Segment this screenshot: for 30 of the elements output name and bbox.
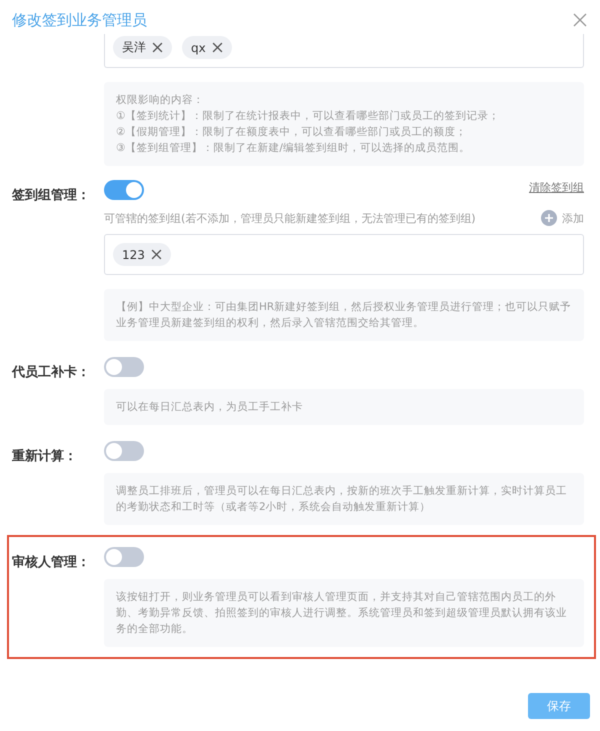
toggle-switch[interactable] <box>104 180 144 200</box>
remove-icon[interactable] <box>150 249 162 260</box>
info-text: 权限影响的内容： <box>116 93 205 108</box>
setting-label: 代员工补卡： <box>12 364 91 382</box>
member-field[interactable]: 吴洋 qx <box>104 34 584 68</box>
toggle-switch[interactable] <box>104 547 144 567</box>
note-text: 【例】中大型企业：可由集团HR新建好签到组，然后授权业务管理员进行管理；也可以只赋予业务管理员新建签到组的权利，然后录入管辖范围交给其管理。 <box>116 300 572 331</box>
add-button[interactable]: 添加 <box>541 210 584 226</box>
member-tag: 吴洋 <box>113 36 172 59</box>
clear-link[interactable]: 清除签到组 <box>529 180 584 195</box>
info-text: ③【签到组管理】：限制了在新建/编辑签到组时，可以选择的成员范围。 <box>116 141 471 156</box>
note-text: 该按钮打开，则业务管理员可以看到审核人管理页面，并支持其对自己管辖范围内员工的外勤、考勤异常反馈、拍照签到的审核人进行调整。系统管理员和签到超级管理员默认拥有该业务的全部功能。 <box>116 590 568 637</box>
remove-icon[interactable] <box>152 42 163 53</box>
plus-icon <box>541 210 557 226</box>
setting-label: 签到组管理： <box>12 187 91 205</box>
dialog-title: 修改签到业务管理员 <box>12 10 147 30</box>
member-tag: qx <box>182 36 232 59</box>
toggle-switch[interactable] <box>104 357 144 377</box>
info-text: ①【签到统计】：限制了在统计报表中，可以查看哪些部门或员工的签到记录； <box>116 109 500 124</box>
note-text: 调整员工排班后，管理员可以在每日汇总表内，按新的班次手工触发重新计算，实时计算员工的考勤状态和工时等（或者等2小时，系统会自动触发重新计算） <box>116 484 568 515</box>
setting-label: 审核人管理： <box>12 554 91 572</box>
info-text: ②【假期管理】：限制了在额度表中，可以查看哪些部门或员工的额度； <box>116 125 468 140</box>
note-text: 可以在每日汇总表内，为员工手工补卡 <box>116 400 304 415</box>
hint-text: 可管辖的签到组(若不添加，管理员只能新建签到组，无法管理已有的签到组) <box>104 210 476 226</box>
toggle-switch[interactable] <box>104 441 144 461</box>
close-icon[interactable] <box>572 12 588 28</box>
group-tag: 123 <box>113 243 171 266</box>
group-field[interactable]: 123 <box>104 234 584 275</box>
setting-label: 重新计算： <box>12 448 78 466</box>
remove-icon[interactable] <box>212 42 223 53</box>
